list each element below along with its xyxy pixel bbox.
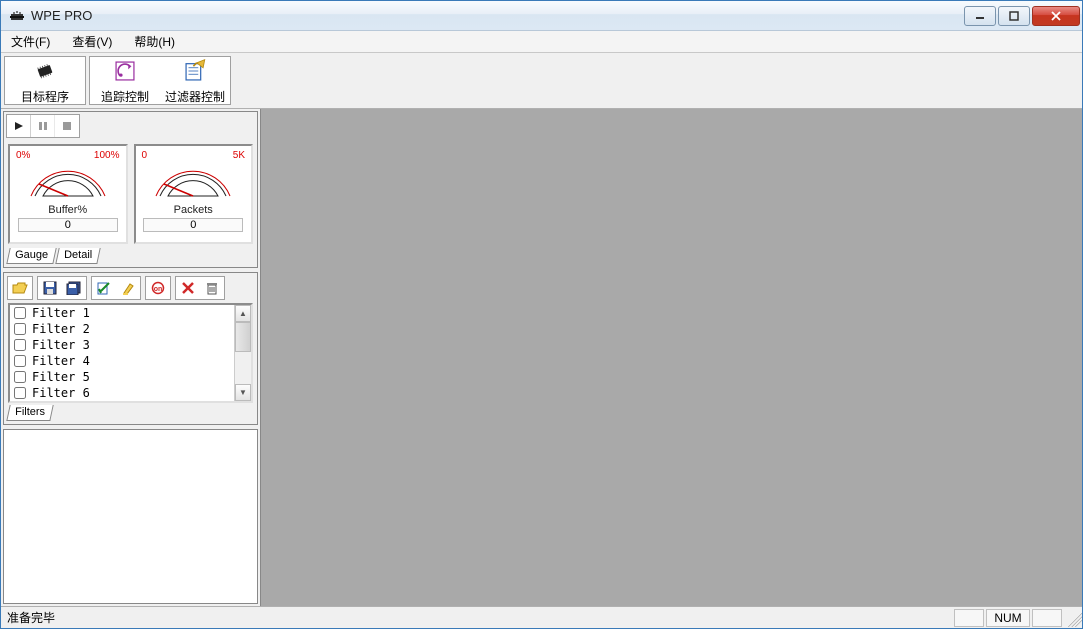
menu-help[interactable]: 帮助(H) [128, 31, 181, 52]
buffer-gauge: 0% 100% Buffer% 0 [8, 144, 128, 244]
close-button[interactable] [1032, 6, 1080, 26]
menu-file[interactable]: 文件(F) [5, 31, 56, 52]
highlight-filter-button[interactable] [116, 277, 140, 299]
svg-text:on: on [154, 286, 163, 293]
filters-tabs: Filters [4, 405, 257, 424]
capture-toolbar [4, 112, 257, 140]
list-item[interactable]: Filter 5 [10, 369, 234, 385]
filter-checkbox[interactable] [14, 307, 26, 319]
trace-control-label: 追踪控制 [101, 88, 149, 105]
chip-icon [32, 58, 58, 87]
menubar: 文件(F) 查看(V) 帮助(H) [1, 31, 1082, 53]
packets-scale-min: 0 [142, 150, 148, 161]
filter-control-button[interactable]: 过滤器控制 [160, 57, 230, 104]
resize-grip-icon[interactable] [1064, 609, 1082, 627]
filter-name: Filter 4 [32, 354, 90, 368]
window-title: WPE PRO [31, 8, 962, 23]
tab-detail[interactable]: Detail [55, 248, 101, 264]
status-cell-3 [1032, 609, 1062, 627]
filter-checkbox[interactable] [14, 339, 26, 351]
target-program-label: 目标程序 [21, 88, 69, 105]
scroll-track[interactable] [235, 352, 251, 384]
left-sidebar: 0% 100% Buffer% 0 0 5K [1, 109, 261, 606]
filter-checkbox[interactable] [14, 355, 26, 367]
app-window: WPE PRO 文件(F) 查看(V) 帮助(H) 目标程序 [0, 0, 1083, 629]
filter-checkbox[interactable] [14, 387, 26, 399]
list-item[interactable]: Filter 6 [10, 385, 234, 401]
packets-gauge: 0 5K Packets 0 [134, 144, 254, 244]
trace-icon [112, 58, 138, 87]
status-num: NUM [986, 609, 1030, 627]
packets-scale-max: 5K [233, 150, 245, 161]
toolbar-group-target: 目标程序 [4, 56, 86, 105]
filter-name: Filter 2 [32, 322, 90, 336]
filter-name: Filter 6 [32, 386, 90, 400]
list-item[interactable]: Filter 2 [10, 321, 234, 337]
window-controls [962, 6, 1080, 26]
buffer-scale-max: 100% [94, 150, 120, 161]
filter-scrollbar[interactable]: ▲ ▼ [234, 305, 251, 401]
filter-control-label: 过滤器控制 [165, 88, 225, 105]
gauge-tabs: Gauge Detail [4, 248, 257, 267]
buffer-gauge-label: Buffer% [48, 204, 87, 216]
list-item[interactable]: Filter 1 [10, 305, 234, 321]
maximize-button[interactable] [998, 6, 1030, 26]
gauge-dial-icon [23, 156, 113, 202]
scroll-up-button[interactable]: ▲ [235, 305, 251, 322]
edit-filter-button[interactable] [92, 277, 116, 299]
filter-checkbox[interactable] [14, 323, 26, 335]
save-filter-button[interactable] [38, 277, 62, 299]
filter-control-icon [182, 58, 208, 87]
empty-panel [3, 429, 258, 604]
stop-button[interactable] [55, 115, 79, 137]
filter-name: Filter 1 [32, 306, 90, 320]
status-ready: 准备完毕 [1, 609, 954, 626]
filters-panel: on Filter 1 Filter 2 Filter 3 Filter 4 F… [3, 272, 258, 425]
filter-checkbox[interactable] [14, 371, 26, 383]
toggle-filter-button[interactable]: on [146, 277, 170, 299]
play-button[interactable] [7, 115, 31, 137]
list-item[interactable]: Filter 3 [10, 337, 234, 353]
scroll-thumb[interactable] [235, 322, 251, 352]
filter-name: Filter 5 [32, 370, 90, 384]
filters-toolbar: on [4, 273, 257, 303]
minimize-button[interactable] [964, 6, 996, 26]
status-cell-1 [954, 609, 984, 627]
tab-gauge[interactable]: Gauge [6, 248, 56, 264]
packets-gauge-value: 0 [143, 218, 243, 232]
gauge-dial-icon [148, 156, 238, 202]
packets-gauge-label: Packets [174, 204, 213, 216]
pause-button[interactable] [31, 115, 55, 137]
filter-name: Filter 3 [32, 338, 90, 352]
clear-filters-button[interactable] [200, 277, 224, 299]
filter-list-container: Filter 1 Filter 2 Filter 3 Filter 4 Filt… [8, 303, 253, 403]
buffer-gauge-value: 0 [18, 218, 118, 232]
gauges-row: 0% 100% Buffer% 0 0 5K [4, 140, 257, 248]
scroll-down-button[interactable]: ▼ [235, 384, 251, 401]
toolbar-group-controls: 追踪控制 过滤器控制 [89, 56, 231, 105]
gauge-panel: 0% 100% Buffer% 0 0 5K [3, 111, 258, 268]
titlebar: WPE PRO [1, 1, 1082, 31]
statusbar: 准备完毕 NUM [1, 606, 1082, 628]
save-all-filter-button[interactable] [62, 277, 86, 299]
workspace: 0% 100% Buffer% 0 0 5K [1, 109, 1082, 606]
tab-filters[interactable]: Filters [6, 405, 53, 421]
target-program-button[interactable]: 目标程序 [5, 57, 85, 104]
main-toolbar: 目标程序 追踪控制 过滤器控制 [1, 53, 1082, 109]
app-icon [9, 8, 25, 24]
delete-filter-button[interactable] [176, 277, 200, 299]
open-filter-button[interactable] [8, 277, 32, 299]
menu-view[interactable]: 查看(V) [66, 31, 118, 52]
filter-list: Filter 1 Filter 2 Filter 3 Filter 4 Filt… [10, 305, 234, 401]
list-item[interactable]: Filter 4 [10, 353, 234, 369]
buffer-scale-min: 0% [16, 150, 30, 161]
trace-control-button[interactable]: 追踪控制 [90, 57, 160, 104]
mdi-client-area [261, 109, 1082, 606]
